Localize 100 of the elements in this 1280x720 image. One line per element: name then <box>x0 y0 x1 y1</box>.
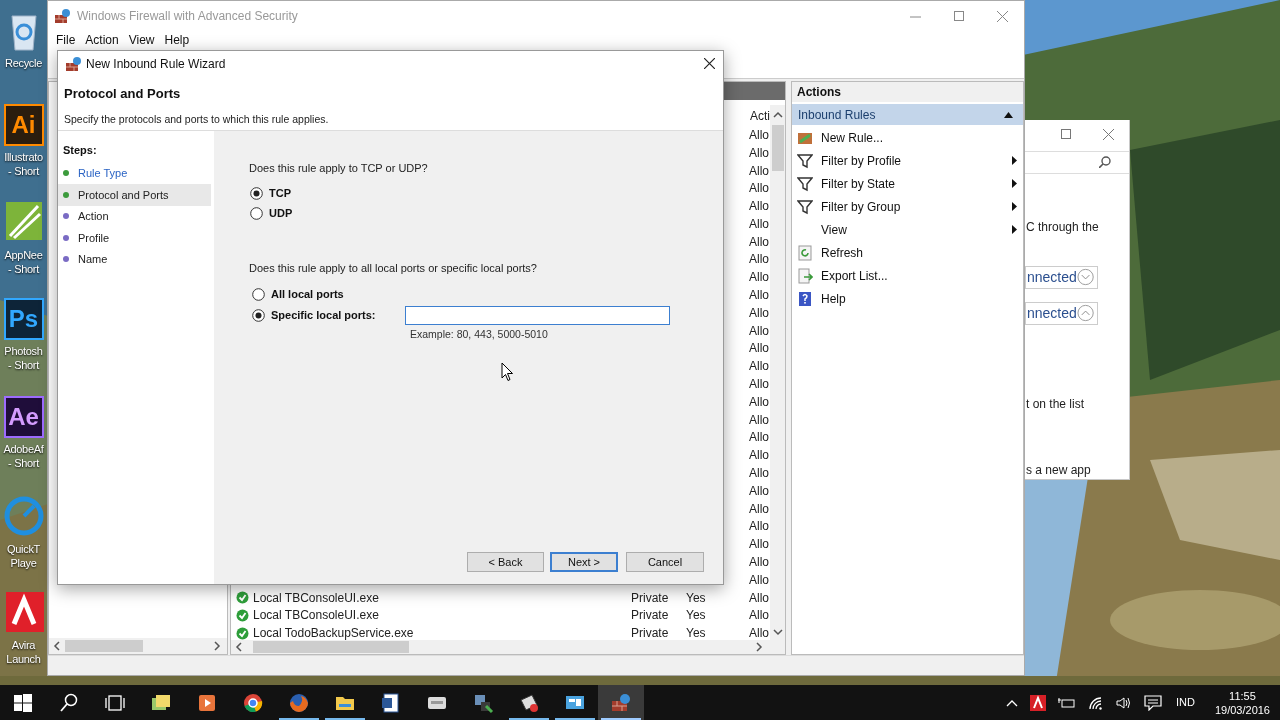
language-indicator[interactable]: IND <box>1176 694 1195 711</box>
menu-item[interactable]: View <box>124 31 159 49</box>
window-title: Windows Firewall with Advanced Security <box>77 8 298 25</box>
table-cell: Allo <box>749 483 769 498</box>
table-cell: Local TBConsoleUI.exe <box>253 608 379 623</box>
table-cell: Local TBConsoleUI.exe <box>253 590 379 605</box>
table-cell: Allo <box>749 288 769 303</box>
wizard-step[interactable]: Rule Type <box>58 162 211 184</box>
brick-wall-globe-icon <box>54 8 70 24</box>
dialog-button[interactable]: Cancel <box>626 552 704 572</box>
table-cell: Allo <box>749 501 769 516</box>
desktop-icon-label[interactable]: QuickT Playe <box>6 542 40 570</box>
action-item[interactable]: Help <box>792 287 1023 310</box>
table-cell: Allo <box>749 448 769 463</box>
scrollbar-thumb[interactable] <box>65 640 143 652</box>
fox-globe-icon[interactable] <box>288 691 310 714</box>
table-cell: Allo <box>749 626 769 641</box>
close-icon[interactable] <box>704 58 715 69</box>
section-title: nnected <box>1027 267 1077 287</box>
wizard-step[interactable]: Action <box>58 205 211 227</box>
circle-app-icon[interactable] <box>242 691 264 714</box>
volume-icon[interactable] <box>1116 695 1132 710</box>
table-cell: Allo <box>749 270 769 285</box>
scroll-left-icon[interactable] <box>233 641 245 653</box>
table-cell: Allo <box>749 555 769 570</box>
wifi-icon[interactable] <box>1088 695 1104 710</box>
scrollbar-thumb[interactable] <box>771 125 784 171</box>
ps-app-icon[interactable]: Ps <box>3 298 44 340</box>
export-icon <box>797 267 813 284</box>
desktop-icon-label[interactable]: Photosh - Short <box>4 344 43 372</box>
menu-item[interactable]: Help <box>160 31 194 49</box>
dialog-button[interactable]: < Back <box>467 552 544 572</box>
scroll-right-icon[interactable] <box>753 641 765 653</box>
search-icon[interactable] <box>58 691 80 714</box>
radio-label[interactable]: UDP <box>269 205 293 222</box>
action-item[interactable]: Export List... <box>792 264 1023 287</box>
section-header[interactable]: Inbound Rules <box>792 104 1023 125</box>
table-cell: Private <box>631 608 669 623</box>
ae-app-icon[interactable]: Ae <box>3 396 44 438</box>
ports-input-field[interactable] <box>405 306 670 325</box>
page-description: Specify the protocols and ports to which this rule applies. <box>64 111 330 127</box>
table-cell: Allo <box>749 145 769 160</box>
table-cell: Allo <box>749 216 769 231</box>
radio-button[interactable] <box>250 187 263 200</box>
collapsible-section[interactable]: nnected <box>1025 265 1098 289</box>
action-item[interactable]: New Rule... <box>792 126 1023 149</box>
scrollbar-thumb[interactable] <box>253 641 409 653</box>
table-cell: Allo <box>749 199 769 214</box>
table-cell: Private <box>631 626 669 641</box>
submenu-arrow-icon[interactable] <box>1012 179 1017 188</box>
wizard-step[interactable]: Name <box>58 248 211 270</box>
maximize-icon[interactable] <box>1061 129 1071 140</box>
wizard-step[interactable]: Profile <box>58 227 211 249</box>
table-cell: Allo <box>749 359 769 374</box>
pane-header: Actions <box>792 82 1023 102</box>
radio-button[interactable] <box>252 309 265 322</box>
brick-wall-globe-icon[interactable] <box>610 691 632 714</box>
action-item[interactable]: Refresh <box>792 241 1023 264</box>
desktop-icon-label[interactable]: Recycle <box>5 56 42 70</box>
desktop-icon-label[interactable]: AdobeAf - Short <box>3 442 44 470</box>
action-item[interactable]: View <box>792 218 1023 241</box>
windows-logo-icon[interactable] <box>12 691 34 714</box>
section-title: nnected <box>1027 303 1077 323</box>
maximize-icon[interactable] <box>954 11 964 21</box>
radio-label[interactable]: TCP <box>269 185 291 202</box>
collapsible-section[interactable]: nnected <box>1025 301 1098 325</box>
scroll-left-icon[interactable] <box>51 640 63 652</box>
clock[interactable]: 11:55 19/03/2016 <box>1214 688 1270 717</box>
collapse-arrow-icon[interactable] <box>1004 111 1013 118</box>
search-icon[interactable] <box>1099 156 1111 169</box>
radio-label[interactable]: Specific local ports: <box>271 307 376 324</box>
column-header[interactable]: Acti <box>750 106 770 125</box>
ai-app-icon[interactable]: Ai <box>3 104 44 146</box>
desktop-icon-label[interactable]: AppNee - Short <box>4 248 43 276</box>
desktop-icon-label[interactable]: Illustrato - Short <box>4 150 43 178</box>
radio-label[interactable]: All local ports <box>271 286 344 303</box>
action-item[interactable]: Filter by State <box>792 172 1023 195</box>
action-item[interactable]: Filter by Profile <box>792 149 1023 172</box>
menu-item[interactable]: File <box>52 31 80 49</box>
scroll-right-icon[interactable] <box>211 640 223 652</box>
scroll-down-icon[interactable] <box>771 626 784 638</box>
radio-button[interactable] <box>250 207 263 220</box>
submenu-arrow-icon[interactable] <box>1012 202 1017 211</box>
table-cell: Allo <box>749 305 769 320</box>
action-item[interactable]: Filter by Group <box>792 195 1023 218</box>
taskbar-button[interactable] <box>598 685 644 720</box>
submenu-arrow-icon[interactable] <box>1012 225 1017 234</box>
table-cell: Allo <box>749 590 769 605</box>
notification-icon[interactable] <box>1144 694 1162 711</box>
submenu-arrow-icon[interactable] <box>1012 156 1017 165</box>
radio-button[interactable] <box>252 288 265 301</box>
document-icon[interactable] <box>380 691 402 714</box>
wizard-step[interactable]: Protocol and Ports <box>58 184 211 206</box>
table-cell: Allo <box>749 181 769 196</box>
table-cell: Allo <box>749 466 769 481</box>
menu-item[interactable]: Action <box>81 31 123 49</box>
desktop-icon-label[interactable]: Avira Launch <box>6 638 41 666</box>
battery-plug-icon[interactable] <box>1058 695 1076 710</box>
table-cell: Allo <box>749 572 769 587</box>
dialog-button[interactable]: Next > <box>550 552 618 572</box>
